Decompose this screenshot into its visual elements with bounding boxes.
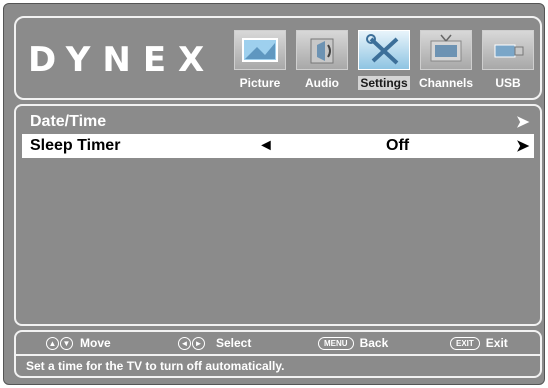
footer-divider [16,354,540,356]
usb-icon [482,30,534,70]
left-button-icon: ◄ [178,336,191,350]
right-button-icon: ► [192,336,205,350]
settings-icon [358,30,410,70]
tab-audio[interactable]: Audio [294,18,350,98]
legend-select: ◄ ► Select [178,336,251,350]
tv-osd-screen: DYNEX Picture Audio Settings Channels US… [3,3,545,385]
chevron-right-icon: ➤ [516,114,530,131]
menu-item-label: Sleep Timer [30,137,121,154]
legend-label: Exit [485,336,508,350]
audio-icon [296,30,348,70]
channels-icon [420,30,472,70]
arrow-left-icon[interactable]: ◄ [258,137,274,155]
help-text: Set a time for the TV to turn off automa… [26,359,285,373]
legend-label: Move [80,336,111,350]
tab-label: Settings [358,76,410,90]
exit-button-icon: EXIT [450,336,480,350]
settings-menu: Date/Time ➤ Sleep Timer ◄ Off ➤ [14,104,542,326]
menu-button-icon: MENU [318,336,354,350]
legend-exit: EXIT Exit [450,336,508,350]
tab-settings[interactable]: Settings [356,18,412,98]
menu-header: DYNEX Picture Audio Settings Channels US… [14,16,542,100]
picture-icon [234,30,286,70]
tab-label: Picture [239,76,281,90]
tab-label: USB [495,76,521,90]
menu-item-label: Date/Time [30,113,107,130]
menu-item-date-time[interactable]: Date/Time ➤ [22,110,534,134]
legend-label: Select [216,336,252,350]
menu-item-sleep-timer[interactable]: Sleep Timer ◄ Off ➤ [22,134,534,158]
tab-picture[interactable]: Picture [232,18,288,98]
sleep-timer-value: Off [386,137,410,154]
tab-label: Audio [305,76,339,90]
dynex-logo: DYNEX [28,40,217,80]
tab-channels[interactable]: Channels [418,18,474,98]
down-button-icon: ▼ [60,336,73,350]
tab-label: Channels [418,76,473,90]
tab-usb[interactable]: USB [480,18,536,98]
legend-move: ▲ ▼ Move [46,336,111,350]
up-button-icon: ▲ [46,336,59,350]
legend-label: Back [359,336,389,350]
help-footer: ▲ ▼ Move ◄ ► Select MENU Back EXIT Exit … [14,330,542,378]
chevron-right-icon[interactable]: ➤ [516,136,529,156]
legend-back: MENU Back [318,336,388,350]
button-legend: ▲ ▼ Move ◄ ► Select MENU Back EXIT Exit [16,336,540,354]
